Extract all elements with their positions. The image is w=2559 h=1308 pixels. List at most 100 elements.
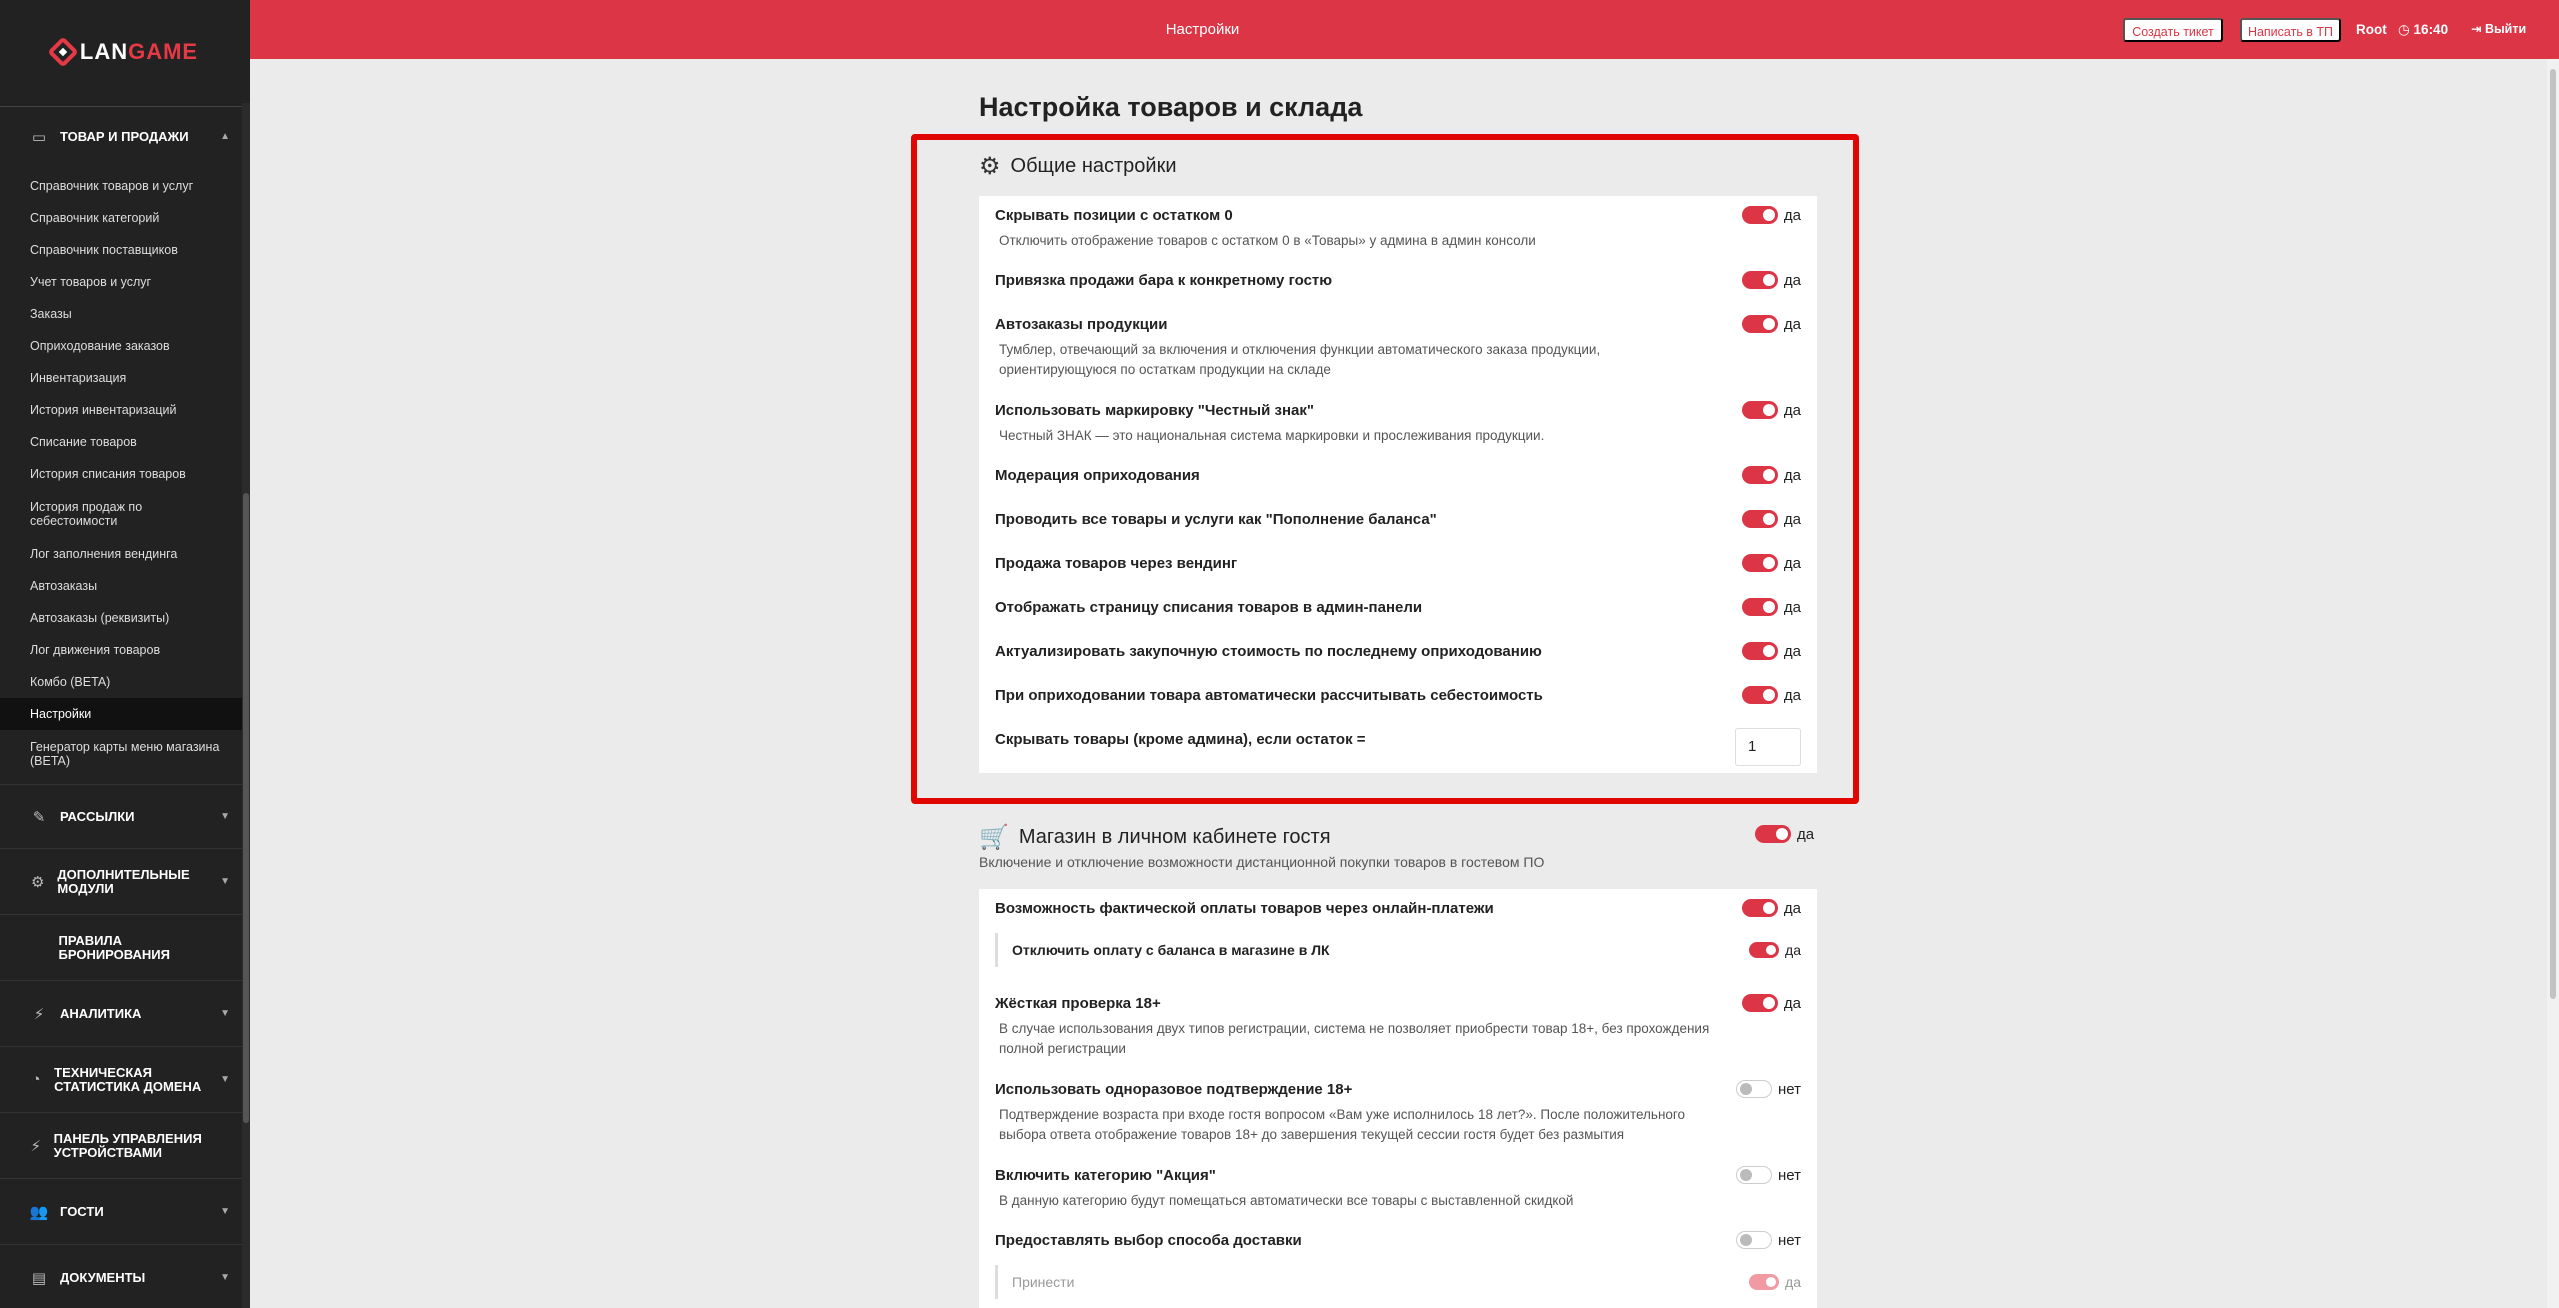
setting-row: Предоставлять выбор способа доставки <box>995 1232 1302 1249</box>
sidebar-section-analytics[interactable]: ⚡ АНАЛИТИКА ▼ <box>0 980 250 1046</box>
logout-icon: ⇥ <box>2471 22 2482 36</box>
setting-row: Проводить все товары и услуги как "Попол… <box>995 511 1437 528</box>
setting-row: Скрывать товары (кроме админа), если ост… <box>995 731 1366 748</box>
setting-row: Отключить оплату с баланса в магазине в … <box>995 933 1801 967</box>
document-icon: ▤ <box>31 1269 47 1287</box>
page-title: Настройка товаров и склада <box>979 92 1363 122</box>
toggle-bar-guest[interactable]: да <box>1741 271 1801 289</box>
setting-row: Актуализировать закупочную стоимость по … <box>995 643 1542 660</box>
logo-text: LANGAME <box>79 38 199 64</box>
chevron-down-icon: ▼ <box>220 811 230 822</box>
sidebar-section-modules[interactable]: ⚙ ДОПОЛНИТЕЛЬНЫЕ МОДУЛИ ▼ <box>0 848 250 914</box>
shop-heading: 🛒 Магазин в личном кабинете гостя <box>979 824 1331 851</box>
sidebar-item-inventory-history[interactable]: История инвентаризаций <box>0 394 250 426</box>
toggle-honest-mark[interactable]: да <box>1741 401 1801 419</box>
sidebar-section-tech-stats[interactable]: ◔ ТЕХНИЧЕСКАЯ СТАТИСТИКА ДОМЕНА ▼ <box>0 1046 250 1112</box>
sidebar-item-suppliers[interactable]: Справочник поставщиков <box>0 234 250 266</box>
sidebar-item-settings[interactable]: Настройки <box>0 698 250 730</box>
toggle-one-time-18[interactable]: нет <box>1736 1080 1801 1098</box>
clock-icon: ◷ <box>2398 22 2410 37</box>
topbar: Настройки Создать тикет Написать в ТП Ro… <box>250 0 2559 59</box>
toggle-shop[interactable]: да <box>1755 825 1814 843</box>
sidebar-item-goods-catalog[interactable]: Справочник товаров и услуг <box>0 170 250 202</box>
toggle-bring[interactable]: да <box>1749 1274 1801 1290</box>
sidebar-item-categories[interactable]: Справочник категорий <box>0 202 250 234</box>
cart-icon: 🛒 <box>979 824 1009 851</box>
toggle-balance-topup[interactable]: да <box>1741 510 1801 528</box>
gear-icon: ⚙ <box>30 873 45 891</box>
setting-row: Возможность фактической оплаты товаров ч… <box>995 900 1494 917</box>
toggle-hide-zero[interactable]: да <box>1741 206 1801 224</box>
setting-row: Использовать маркировку "Честный знак" Ч… <box>995 402 1545 443</box>
setting-row: Принести <box>995 1265 1801 1299</box>
toggle-promo-category[interactable]: нет <box>1736 1166 1801 1184</box>
setting-row: Включить категорию "Акция" В данную кате… <box>995 1167 1574 1208</box>
sidebar-item-inventory[interactable]: Инвентаризация <box>0 362 250 394</box>
topbar-title: Настройки <box>1165 21 1240 38</box>
sidebar-item-movement-log[interactable]: Лог движения товаров <box>0 634 250 666</box>
toggle-delivery-choice[interactable]: нет <box>1736 1231 1801 1249</box>
sidebar: LANGAME ▭ ТОВАР И ПРОДАЖИ ▲ Справочник т… <box>0 0 250 1308</box>
sidebar-item-write-off-history[interactable]: История списания товаров <box>0 458 250 490</box>
lightning-icon: ⚡ <box>33 1005 45 1023</box>
switch[interactable] <box>1741 206 1778 224</box>
setting-row: Скрывать позиции с остатком 0 Отключить … <box>995 207 1536 248</box>
sidebar-item-orders[interactable]: Заказы <box>0 298 250 330</box>
toggle-vending[interactable]: да <box>1741 554 1801 572</box>
toggle-auto-cost[interactable]: да <box>1741 686 1801 704</box>
sidebar-item-menu-generator[interactable]: Генератор карты меню магазина (BETA) <box>0 730 250 778</box>
toggle-strict-18[interactable]: да <box>1741 994 1801 1012</box>
general-settings-heading: ⚙ Общие настройки <box>979 153 1177 180</box>
chevron-down-icon: ▼ <box>220 1074 230 1085</box>
user-name[interactable]: Root <box>2356 0 2387 59</box>
sidebar-section-goods[interactable]: ▭ ТОВАР И ПРОДАЖИ ▲ <box>0 106 250 166</box>
logout-link[interactable]: ⇥ Выйти <box>2471 0 2526 59</box>
sidebar-item-order-receipt[interactable]: Оприходование заказов <box>0 330 250 362</box>
setting-row: При оприходовании товара автоматически р… <box>995 687 1543 704</box>
toggle-moderation[interactable]: да <box>1741 466 1801 484</box>
toggle-disable-balance-payment[interactable]: да <box>1749 942 1801 958</box>
sidebar-section-device-panel[interactable]: ⚡ ПАНЕЛЬ УПРАВЛЕНИЯ УСТРОЙСТВАМИ <box>0 1112 250 1178</box>
sidebar-section-guests[interactable]: 👥 ГОСТИ ▼ <box>0 1178 250 1244</box>
main-scrollbar[interactable] <box>2547 59 2559 1308</box>
sidebar-section-booking-rules[interactable]: ПРАВИЛА БРОНИРОВАНИЯ <box>0 914 250 980</box>
pie-chart-icon: ◔ <box>31 1071 41 1088</box>
sidebar-goods-list: Справочник товаров и услуг Справочник ка… <box>0 166 250 784</box>
lightning-icon: ⚡ <box>30 1137 42 1155</box>
sidebar-scrollbar[interactable] <box>242 103 250 1308</box>
note-icon: ▭ <box>31 128 47 146</box>
sidebar-item-vending-log[interactable]: Лог заполнения вендинга <box>0 538 250 570</box>
shop-settings-panel: Возможность фактической оплаты товаров ч… <box>979 889 1817 1308</box>
setting-row: Жёсткая проверка 18+ В случае использова… <box>995 995 1710 1056</box>
general-settings-panel: Скрывать позиции с остатком 0 Отключить … <box>979 196 1817 773</box>
chevron-up-icon: ▲ <box>220 131 230 142</box>
sidebar-item-write-off[interactable]: Списание товаров <box>0 426 250 458</box>
toggle-autoorders[interactable]: да <box>1741 315 1801 333</box>
create-ticket-button[interactable]: Создать тикет <box>2123 18 2223 42</box>
setting-row: Продажа товаров через вендинг <box>995 555 1238 572</box>
toggle-write-off-page[interactable]: да <box>1741 598 1801 616</box>
shop-subtitle: Включение и отключение возможности диста… <box>979 854 1545 870</box>
main-scroll-thumb[interactable] <box>2550 69 2556 999</box>
sidebar-section-documents[interactable]: ▤ ДОКУМЕНТЫ ▼ <box>0 1244 250 1308</box>
chevron-down-icon: ▼ <box>220 1008 230 1019</box>
toggle-online-payment[interactable]: да <box>1741 899 1801 917</box>
sidebar-item-sales-history[interactable]: История продаж по себестоимости <box>0 490 250 538</box>
write-support-button[interactable]: Написать в ТП <box>2240 18 2341 42</box>
gears-icon: ⚙ <box>979 153 1001 180</box>
logo-icon <box>47 35 79 68</box>
toggle-purchase-cost[interactable]: да <box>1741 642 1801 660</box>
sidebar-item-accounting[interactable]: Учет товаров и услуг <box>0 266 250 298</box>
chevron-down-icon: ▼ <box>220 1206 230 1217</box>
chevron-down-icon: ▼ <box>220 1272 230 1283</box>
sidebar-item-autoorders-details[interactable]: Автозаказы (реквизиты) <box>0 602 250 634</box>
setting-row: Привязка продажи бара к конкретному гост… <box>995 272 1333 289</box>
sidebar-section-mailings[interactable]: ✎ РАССЫЛКИ ▼ <box>0 784 250 848</box>
setting-row: Отображать страницу списания товаров в а… <box>995 599 1423 616</box>
sidebar-item-combo[interactable]: Комбо (BETA) <box>0 666 250 698</box>
sidebar-item-autoorders[interactable]: Автозаказы <box>0 570 250 602</box>
logo[interactable]: LANGAME <box>0 0 250 103</box>
sidebar-scroll-thumb[interactable] <box>243 493 249 1123</box>
users-icon: 👥 <box>29 1203 49 1221</box>
hide-threshold-input[interactable]: 1 <box>1735 728 1801 766</box>
